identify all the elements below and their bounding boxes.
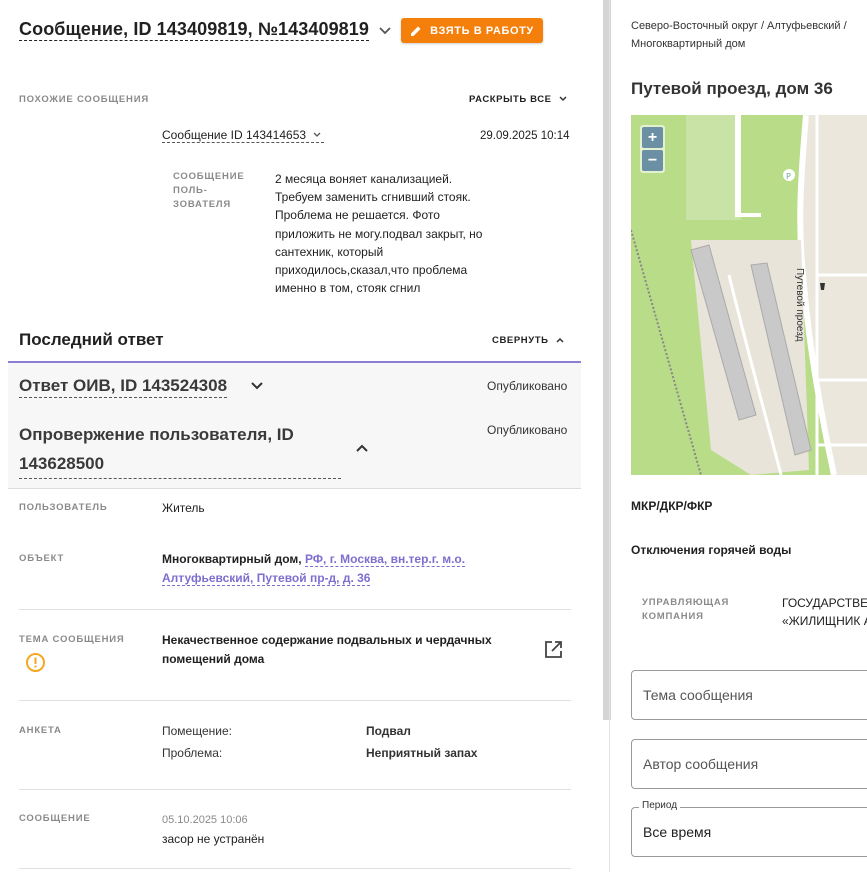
survey-value-room: Подвал xyxy=(366,724,411,738)
author-filter-input[interactable]: Автор сообщения xyxy=(631,739,867,789)
management-company-line1: ГОСУДАРСТВЕ xyxy=(782,596,867,610)
chevron-down-icon xyxy=(559,96,567,102)
hot-water-link[interactable]: Отключения горячей воды xyxy=(631,543,791,557)
zoom-out-button[interactable]: − xyxy=(642,150,663,171)
similar-message-link-text: Сообщение ID 143414653 xyxy=(162,128,307,142)
divider xyxy=(19,700,571,701)
author-filter-placeholder: Автор сообщения xyxy=(643,756,759,772)
message-title[interactable]: Сообщение, ID 143409819, №143409819 xyxy=(19,18,370,41)
svg-text:P: P xyxy=(786,172,791,181)
topic-label: ТЕМА СООБЩЕНИЯ xyxy=(19,634,125,645)
user-message-text: 2 месяца воняет канализацией. Требуем за… xyxy=(275,172,483,296)
user-label: ПОЛЬЗОВАТЕЛЬ xyxy=(19,502,108,513)
management-company-value: ГОСУДАРСТВЕ «ЖИЛИЩНИК А xyxy=(782,594,867,630)
topic-filter-placeholder: Тема сообщения xyxy=(643,687,753,703)
last-answer-title: Последний ответ xyxy=(19,330,164,349)
topic-value: Некачественное содержание подвальных и ч… xyxy=(162,633,492,666)
mkr-link[interactable]: МКР/ДКР/ФКР xyxy=(631,499,712,513)
message-panel: Сообщение, ID 143409819, №143409819 ВЗЯТ… xyxy=(0,0,600,872)
open-external-icon[interactable] xyxy=(543,639,564,660)
period-select[interactable]: Период Все время xyxy=(631,800,867,857)
object-panel: Северо-Восточный округ / Алтуфьевский / … xyxy=(611,0,867,872)
user-value: Житель xyxy=(162,501,205,515)
similar-message-link[interactable]: Сообщение ID 143414653 xyxy=(162,128,325,143)
topic-filter-input[interactable]: Тема сообщения xyxy=(631,670,867,720)
user-refutation-title[interactable]: Опровержение пользователя, ID 143628500 xyxy=(19,420,341,479)
message-date: 05.10.2025 10:06 xyxy=(162,814,248,826)
take-to-work-label: ВЗЯТЬ В РАБОТУ xyxy=(430,24,534,37)
divider xyxy=(19,868,571,869)
expand-all-label: РАСКРЫТЬ ВСЕ xyxy=(469,93,552,105)
survey-key-problem: Проблема: xyxy=(162,746,223,760)
survey-label: АНКЕТА xyxy=(19,725,62,736)
map[interactable]: P Путевой проезд + − xyxy=(631,115,867,475)
panel-divider xyxy=(609,0,610,872)
map-street-label: Путевой проезд xyxy=(794,268,805,342)
warning-icon xyxy=(26,653,45,672)
map-canvas: P Путевой проезд xyxy=(631,115,867,475)
divider xyxy=(19,789,571,790)
survey-value-problem: Неприятный запах xyxy=(366,746,478,760)
chevron-down-icon[interactable] xyxy=(248,378,266,394)
similar-messages-label: ПОХОЖИЕ СООБЩЕНИЯ xyxy=(19,94,149,105)
chevron-down-icon[interactable] xyxy=(375,20,395,40)
object-value: Многоквартирный дом, РФ, г. Москва, вн.т… xyxy=(162,550,492,588)
answer-oiv-status: Опубликовано xyxy=(487,379,568,393)
object-address-title: Путевой проезд, дом 36 xyxy=(631,79,833,98)
chevron-up-icon xyxy=(556,337,564,343)
chevron-up-icon[interactable] xyxy=(353,440,371,456)
object-type: Многоквартирный дом, xyxy=(162,552,305,566)
survey-key-room: Помещение: xyxy=(162,724,232,738)
pencil-icon xyxy=(411,26,421,36)
breadcrumb: Северо-Восточный округ / Алтуфьевский / … xyxy=(631,20,847,50)
management-company-label: УПРАВЛЯЮЩАЯ КОМПАНИЯ xyxy=(642,597,730,622)
take-to-work-button[interactable]: ВЗЯТЬ В РАБОТУ xyxy=(401,18,543,43)
user-message-label: СООБЩЕНИЕ ПОЛЬ-ЗОВАТЕЛЯ xyxy=(173,171,245,210)
expand-all-button[interactable]: РАСКРЫТЬ ВСЕ xyxy=(469,93,570,105)
message-header: Сообщение, ID 143409819, №143409819 xyxy=(19,18,395,41)
object-label: ОБЪЕКТ xyxy=(19,553,65,564)
zoom-in-button[interactable]: + xyxy=(642,127,663,148)
answer-oiv-title[interactable]: Ответ ОИВ, ID 143524308 xyxy=(19,375,228,398)
chevron-down-icon xyxy=(313,132,321,137)
zoom-controls: + − xyxy=(640,125,665,173)
similar-message-date: 29.09.2025 10:14 xyxy=(480,130,570,142)
collapse-button[interactable]: СВЕРНУТЬ xyxy=(492,334,567,346)
period-value: Все время xyxy=(643,824,712,840)
answers-block: Ответ ОИВ, ID 143524308 Опубликовано Опр… xyxy=(8,361,581,489)
divider xyxy=(19,609,571,610)
message-label: СООБЩЕНИЕ xyxy=(19,813,91,824)
message-text: засор не устранён xyxy=(162,832,265,846)
management-company-line2: «ЖИЛИЩНИК А xyxy=(782,614,867,628)
collapse-label: СВЕРНУТЬ xyxy=(492,334,549,346)
period-label: Период xyxy=(639,800,681,811)
user-refutation-status: Опубликовано xyxy=(487,423,568,437)
